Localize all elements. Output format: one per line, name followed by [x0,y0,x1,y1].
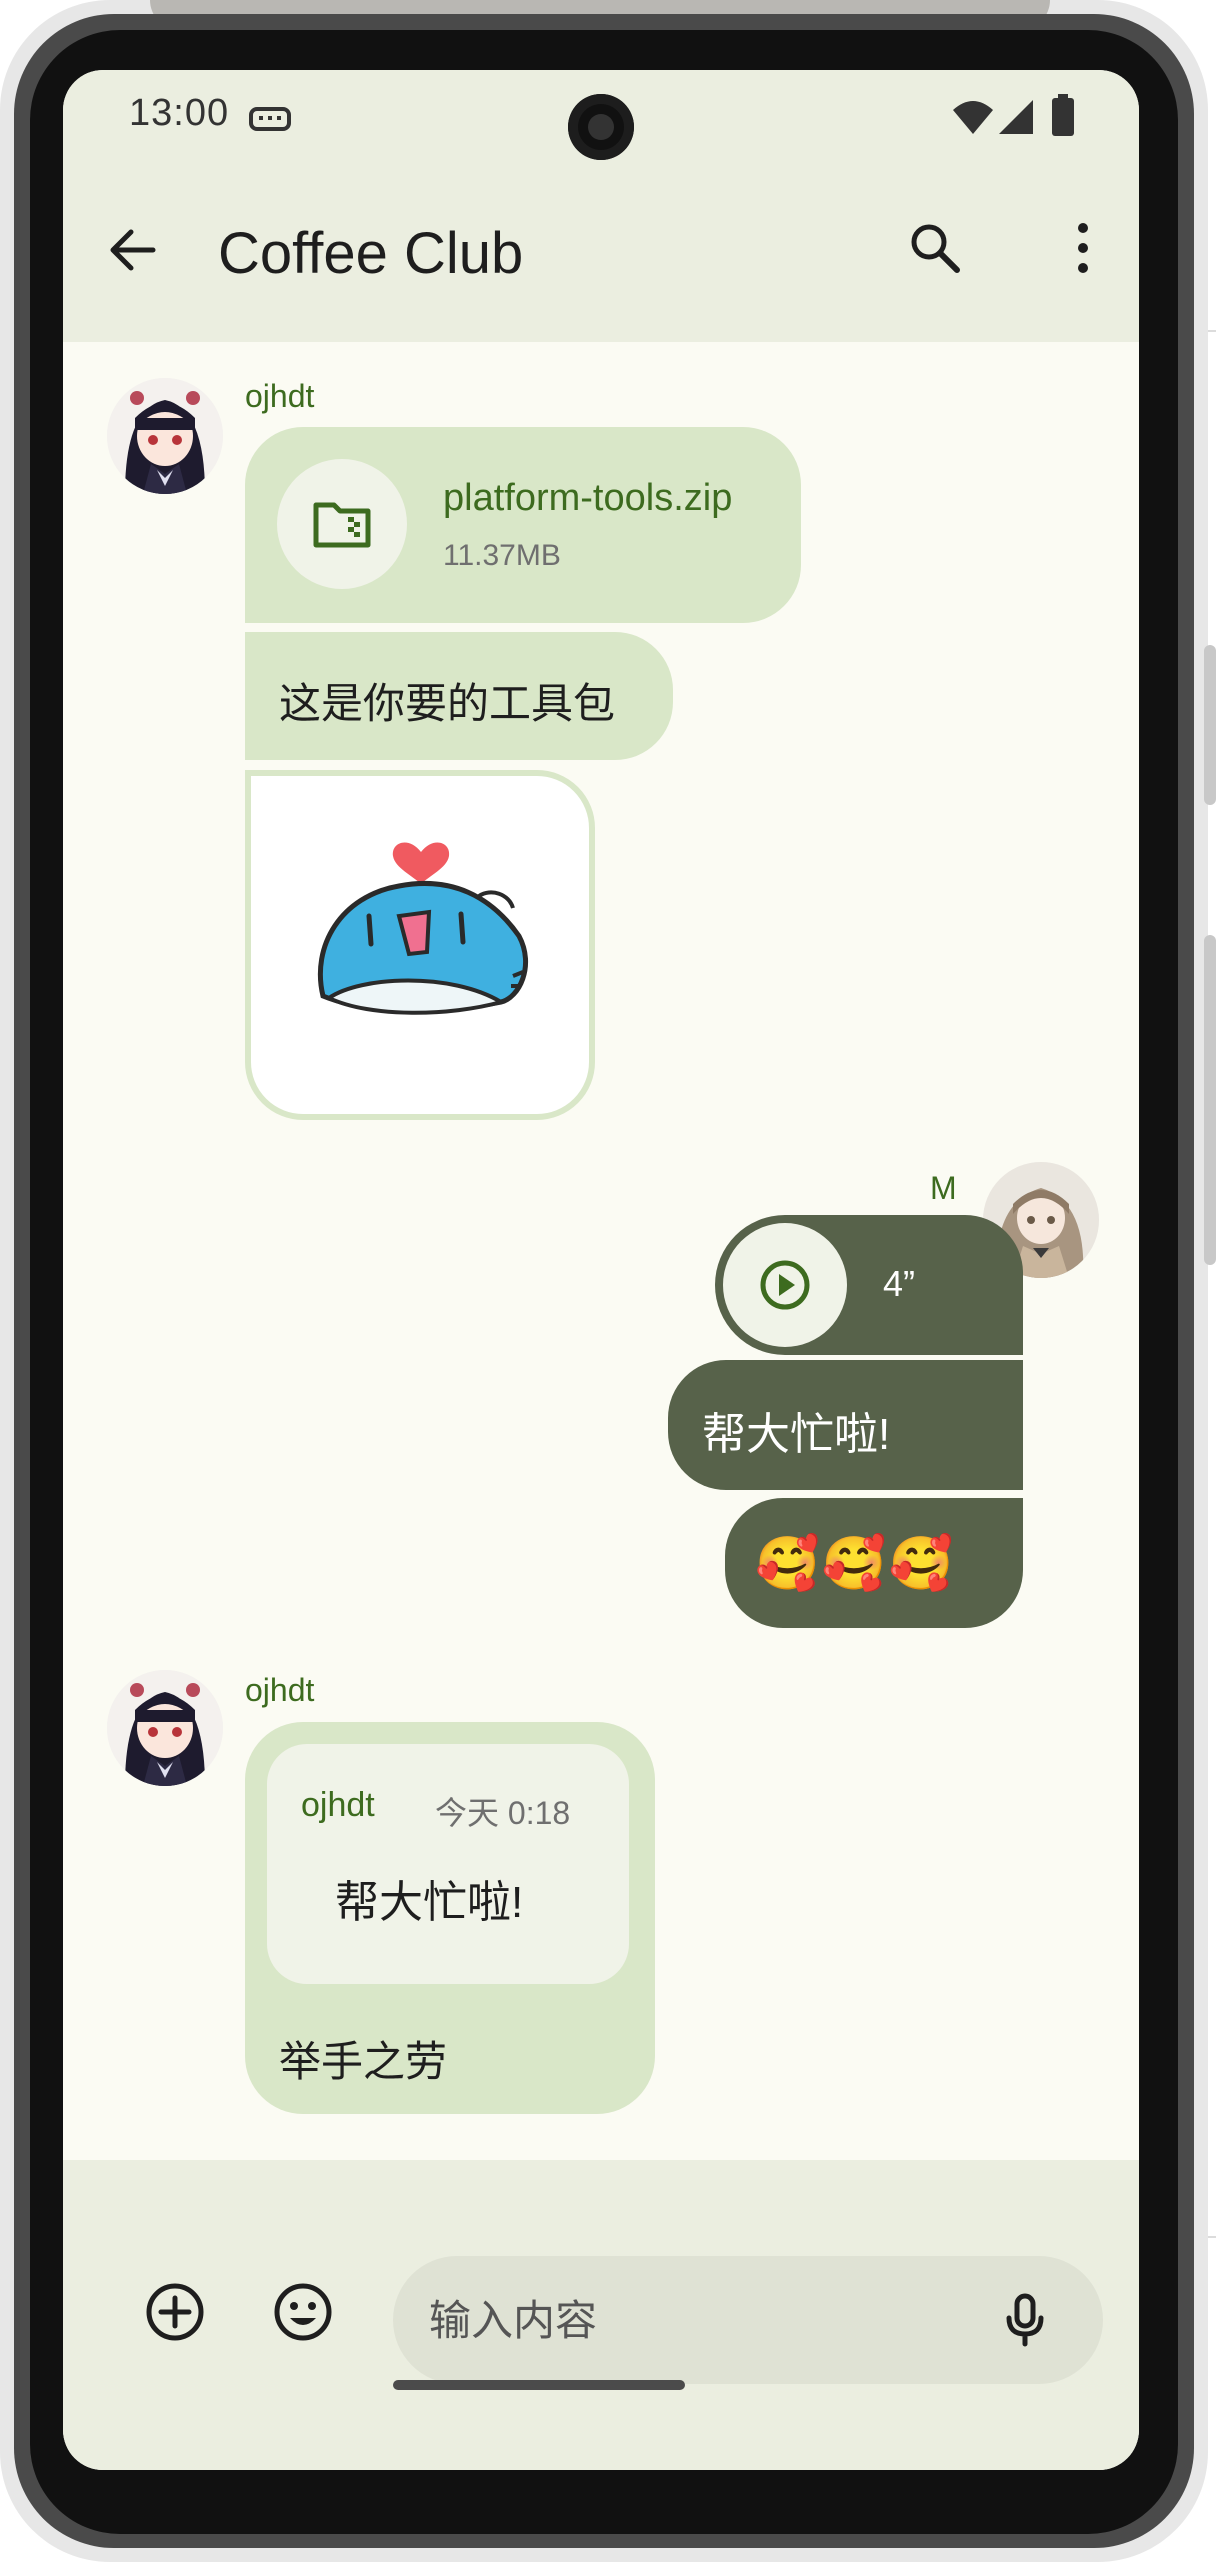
text-message[interactable]: 帮大忙啦! [668,1360,1023,1490]
signal-icon [999,100,1033,134]
chat-title: Coffee Club [218,221,524,286]
blue-cat-heart-sticker [317,842,529,1015]
voice-duration: 4” [883,1263,916,1304]
sender-name: ojhdt [245,378,315,414]
play-icon[interactable] [759,1259,811,1311]
avatar-ojhdt[interactable] [107,1670,223,1786]
message-text: 帮大忙啦! [702,1410,891,1459]
status-time: 13:00 [129,92,230,134]
power-button [1204,935,1216,1265]
message-text: 这是你要的工具包 [279,680,616,727]
front-camera [568,94,634,160]
file-icon-container [277,459,407,589]
sticker-message[interactable] [245,770,595,1120]
file-size: 11.37MB [443,539,561,572]
home-indicator[interactable] [393,2380,685,2390]
voice-play-container[interactable] [723,1223,847,1347]
reply-message[interactable]: ojhdt 今天 0:18 帮大忙啦! 举手之劳 [245,1722,655,2114]
keyboard-icon [249,107,291,131]
emoji-message[interactable]: 🥰🥰🥰 [725,1498,1023,1628]
more-vert-icon[interactable] [1053,218,1113,278]
message-text: 举手之劳 [279,2038,448,2085]
app-header: 13:00 Coffee Club [63,70,1139,342]
file-name: platform-tools.zip [443,477,733,519]
avatar-ojhdt[interactable] [107,378,223,494]
add-circle-icon[interactable] [143,2280,207,2344]
search-icon[interactable] [905,218,965,278]
sender-name: ojhdt [245,1672,315,1708]
volume-button [1204,645,1216,805]
quoted-text: 帮大忙啦! [335,1878,524,1927]
chat-screen: 13:00 Coffee Club ojhdt platform-tools.z… [63,70,1139,2470]
voice-message[interactable]: 4” [715,1215,1023,1355]
mic-icon[interactable] [993,2288,1057,2352]
message-emoji: 🥰🥰🥰 [755,1535,956,1593]
message-composer [63,2160,1139,2470]
phone-frame: 13:00 Coffee Club ojhdt platform-tools.z… [0,0,1216,2562]
quoted-sender: ojhdt [301,1786,375,1824]
back-arrow-icon[interactable] [103,220,163,280]
folder-zip-icon [313,502,371,548]
quoted-message[interactable]: ojhdt 今天 0:18 帮大忙啦! [267,1744,629,1984]
message-input-container[interactable] [393,2256,1103,2386]
file-message[interactable]: platform-tools.zip 11.37MB [245,427,801,623]
text-message[interactable]: 这是你要的工具包 [245,632,673,760]
sender-name: M [930,1170,957,1206]
message-input[interactable] [427,2256,991,2386]
quoted-time: 今天 0:18 [435,1795,571,1831]
emoji-icon[interactable] [271,2280,335,2344]
wifi-icon [953,101,993,134]
battery-icon [1052,94,1074,136]
